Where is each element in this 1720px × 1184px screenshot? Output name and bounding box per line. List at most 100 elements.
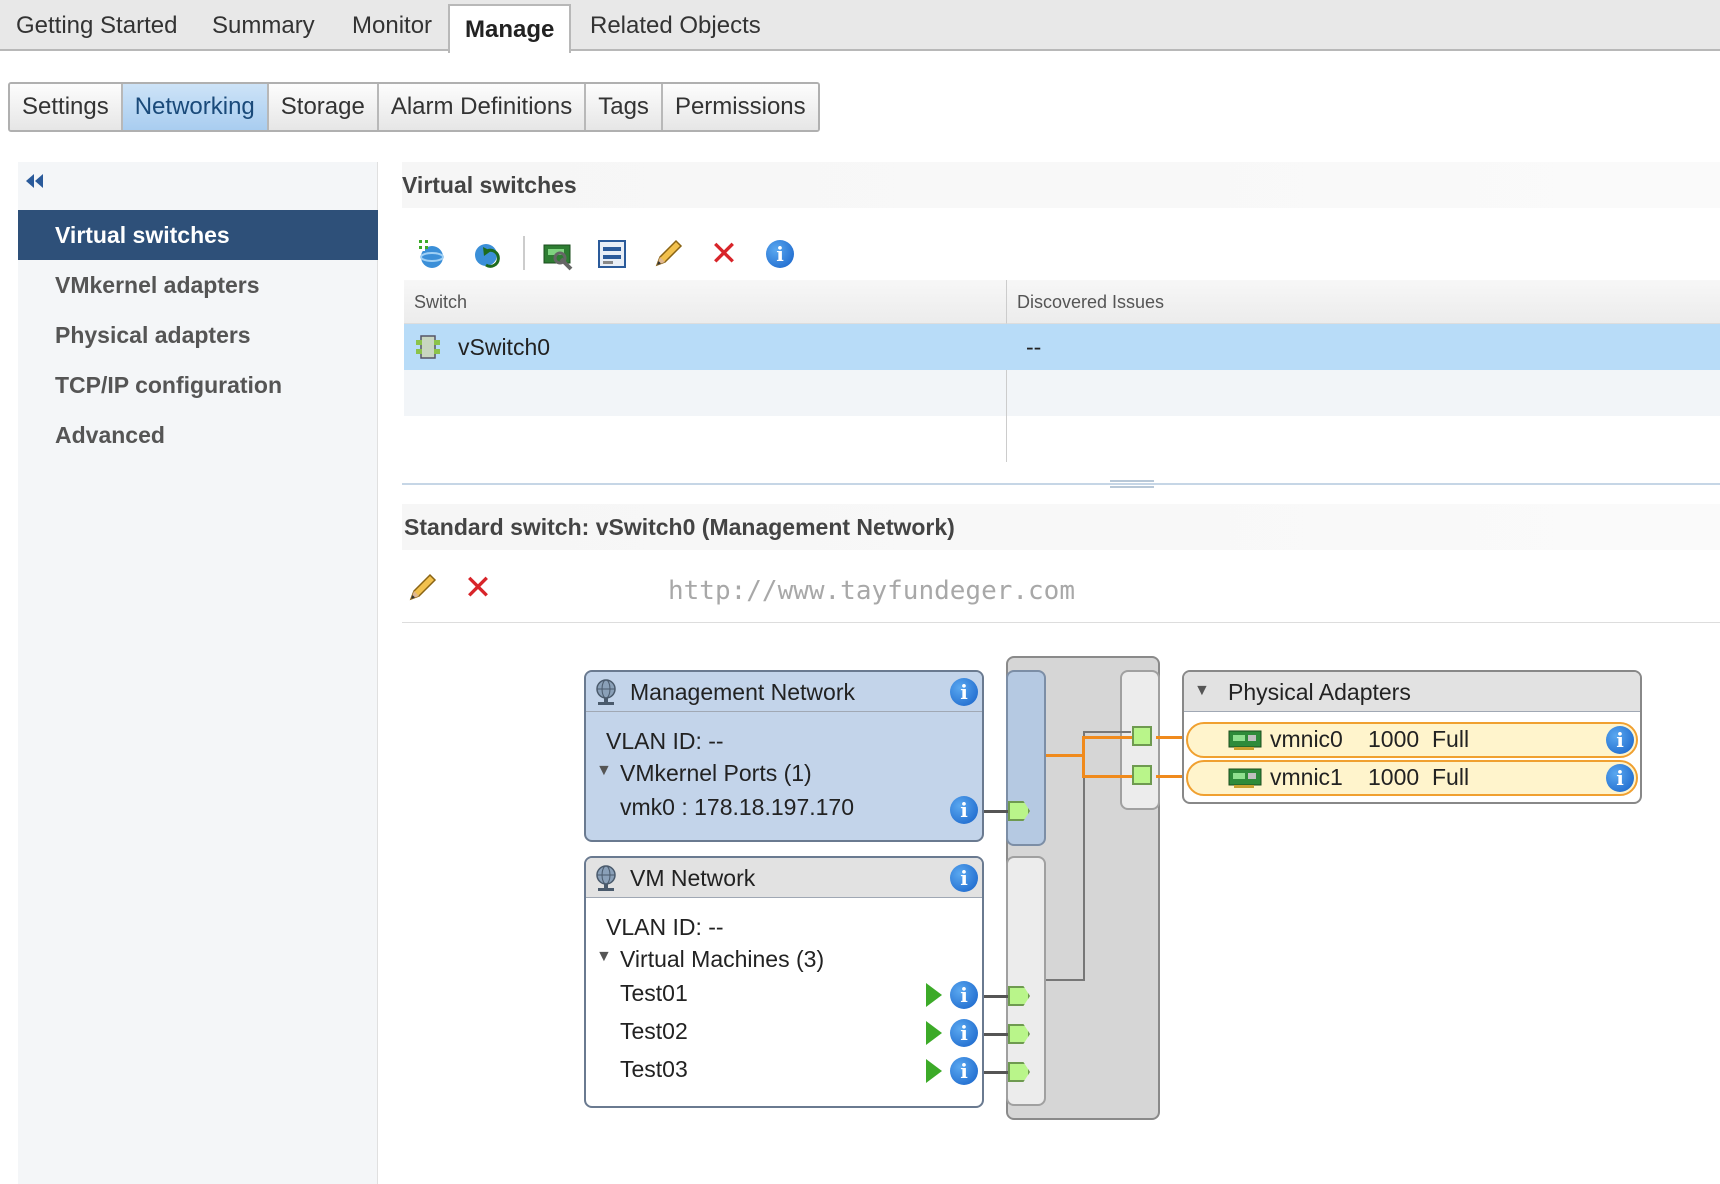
table-row[interactable]: vSwitch0 --: [404, 324, 1720, 370]
column-divider: [1006, 370, 1007, 462]
vlan-id-label: VLAN ID: --: [606, 728, 724, 754]
refresh-network-icon[interactable]: [470, 236, 506, 272]
info-icon[interactable]: i: [950, 678, 978, 706]
sidebar-item-physical-adapters[interactable]: Physical adapters: [18, 310, 378, 360]
vmk0-label[interactable]: vmk0 : 178.18.197.170: [620, 794, 854, 821]
network-globe-icon: [594, 864, 622, 897]
subtab-networking[interactable]: Networking: [122, 84, 269, 130]
port-wire: [984, 810, 1010, 813]
vm-label-test01[interactable]: Test01: [620, 980, 688, 1007]
port-wire: [984, 1033, 1010, 1036]
pane-splitter[interactable]: [402, 483, 1720, 485]
networking-sidebar: Virtual switches VMkernel adapters Physi…: [18, 162, 378, 1184]
collapse-triangle-icon[interactable]: ▼: [1194, 682, 1210, 700]
internal-wire: [1046, 979, 1084, 981]
vm-label-test02[interactable]: Test02: [620, 1018, 688, 1045]
watermark-text: http://www.tayfundeger.com: [668, 576, 1075, 606]
active-uplink-wire: [1082, 775, 1132, 778]
sidebar-item-advanced[interactable]: Advanced: [18, 410, 378, 460]
vm-label-test03[interactable]: Test03: [620, 1056, 688, 1083]
sidebar-item-tcpip-configuration[interactable]: TCP/IP configuration: [18, 360, 378, 410]
tab-summary[interactable]: Summary: [212, 12, 315, 40]
info-icon[interactable]: i: [950, 1019, 978, 1047]
subtab-storage[interactable]: Storage: [268, 84, 379, 130]
info-icon[interactable]: i: [950, 981, 978, 1009]
nic-name: vmnic1: [1270, 764, 1343, 790]
virtual-switches-table: Switch Discovered Issues vSwitch0 --: [404, 280, 1720, 462]
internal-wire: [1083, 731, 1131, 733]
nic-duplex: Full: [1432, 726, 1470, 752]
subtab-alarm-definitions[interactable]: Alarm Definitions: [378, 84, 587, 130]
add-networking-icon[interactable]: [414, 236, 450, 272]
port-wire: [984, 995, 1010, 998]
subtab-permissions[interactable]: Permissions: [662, 84, 818, 130]
nic-card-icon: [1228, 729, 1262, 756]
subtab-tags[interactable]: Tags: [586, 84, 663, 130]
physical-nic-row[interactable]: vmnic0 1000 Full i: [1186, 722, 1638, 758]
physical-adapters-header: Physical Adapters: [1184, 672, 1640, 712]
info-icon[interactable]: i: [1606, 726, 1634, 754]
vmkernel-ports-label[interactable]: VMkernel Ports (1): [620, 760, 812, 787]
uplink-port[interactable]: [1132, 765, 1152, 785]
double-chevron-left-icon[interactable]: [24, 172, 46, 195]
nic-speed: 1000: [1368, 764, 1420, 790]
portgroup-title: Management Network: [630, 679, 855, 705]
tab-related-objects[interactable]: Related Objects: [590, 12, 761, 40]
tab-manage[interactable]: Manage: [448, 4, 572, 53]
tab-getting-started[interactable]: Getting Started: [16, 12, 177, 40]
info-icon[interactable]: i: [1606, 764, 1634, 792]
tab-monitor[interactable]: Monitor: [352, 12, 432, 40]
physical-nic-row[interactable]: vmnic1 1000 Full i: [1186, 760, 1638, 796]
port-wire: [984, 1071, 1010, 1074]
virtual-switches-heading: Virtual switches: [402, 162, 1720, 208]
vlan-id-label: VLAN ID: --: [606, 914, 724, 940]
switch-name-cell: vSwitch0: [458, 334, 551, 360]
subtab-settings[interactable]: Settings: [10, 84, 123, 130]
collapse-triangle-icon[interactable]: ▼: [596, 948, 612, 966]
info-icon[interactable]: i: [762, 236, 798, 272]
column-header-discovered-issues[interactable]: Discovered Issues: [1006, 280, 1720, 324]
top-tab-bar: Getting Started Summary Monitor Manage R…: [0, 0, 1720, 53]
vm-network-portgroup[interactable]: VM Network i VLAN ID: -- ▼ Virtual Machi…: [584, 856, 984, 1108]
toolbar-separator: [402, 622, 1720, 623]
manage-physical-adapters-icon[interactable]: [540, 236, 576, 272]
active-uplink-wire: [1156, 736, 1184, 739]
active-uplink-wire: [1046, 754, 1084, 757]
edit-pencil-icon[interactable]: [404, 570, 440, 606]
powered-on-icon: [926, 983, 942, 1007]
management-network-portgroup[interactable]: Management Network i VLAN ID: -- ▼ VMker…: [584, 670, 984, 842]
vswitch-icon: [414, 332, 444, 362]
remove-x-icon[interactable]: ✕: [460, 570, 496, 606]
powered-on-icon: [926, 1059, 942, 1083]
standard-switch-heading: Standard switch: vSwitch0 (Management Ne…: [402, 504, 1720, 550]
active-uplink-wire: [1156, 775, 1184, 778]
sidebar-item-vmkernel-adapters[interactable]: VMkernel adapters: [18, 260, 378, 310]
toolbar-divider: [523, 236, 525, 270]
virtual-machines-label[interactable]: Virtual Machines (3): [620, 946, 824, 973]
remove-x-icon[interactable]: ✕: [706, 236, 742, 272]
table-row-empty: [404, 370, 1720, 416]
uplink-port[interactable]: [1132, 726, 1152, 746]
splitter-grip[interactable]: [1110, 480, 1154, 488]
active-uplink-wire: [1082, 736, 1132, 739]
issues-cell: --: [1026, 334, 1042, 360]
nic-speed: 1000: [1368, 726, 1420, 752]
sidebar-item-virtual-switches[interactable]: Virtual switches: [18, 210, 378, 260]
column-header-switch[interactable]: Switch: [404, 280, 1006, 324]
physical-adapters-title: Physical Adapters: [1228, 679, 1411, 705]
migrate-adapter-icon[interactable]: [594, 236, 630, 272]
portgroup-title: VM Network: [630, 865, 756, 891]
info-icon[interactable]: i: [950, 796, 978, 824]
nic-duplex: Full: [1432, 764, 1470, 790]
physical-adapters-group[interactable]: Physical Adapters ▼ vmnic0 1000 Full i v…: [1182, 670, 1642, 804]
collapse-triangle-icon[interactable]: ▼: [596, 762, 612, 780]
edit-pencil-icon[interactable]: [650, 236, 686, 272]
nic-card-icon: [1228, 767, 1262, 794]
nic-name: vmnic0: [1270, 726, 1343, 752]
info-icon[interactable]: i: [950, 1057, 978, 1085]
portgroup-header: VM Network: [586, 858, 982, 898]
portgroup-header: Management Network: [586, 672, 982, 712]
info-icon[interactable]: i: [950, 864, 978, 892]
powered-on-icon: [926, 1021, 942, 1045]
network-globe-icon: [594, 678, 622, 711]
